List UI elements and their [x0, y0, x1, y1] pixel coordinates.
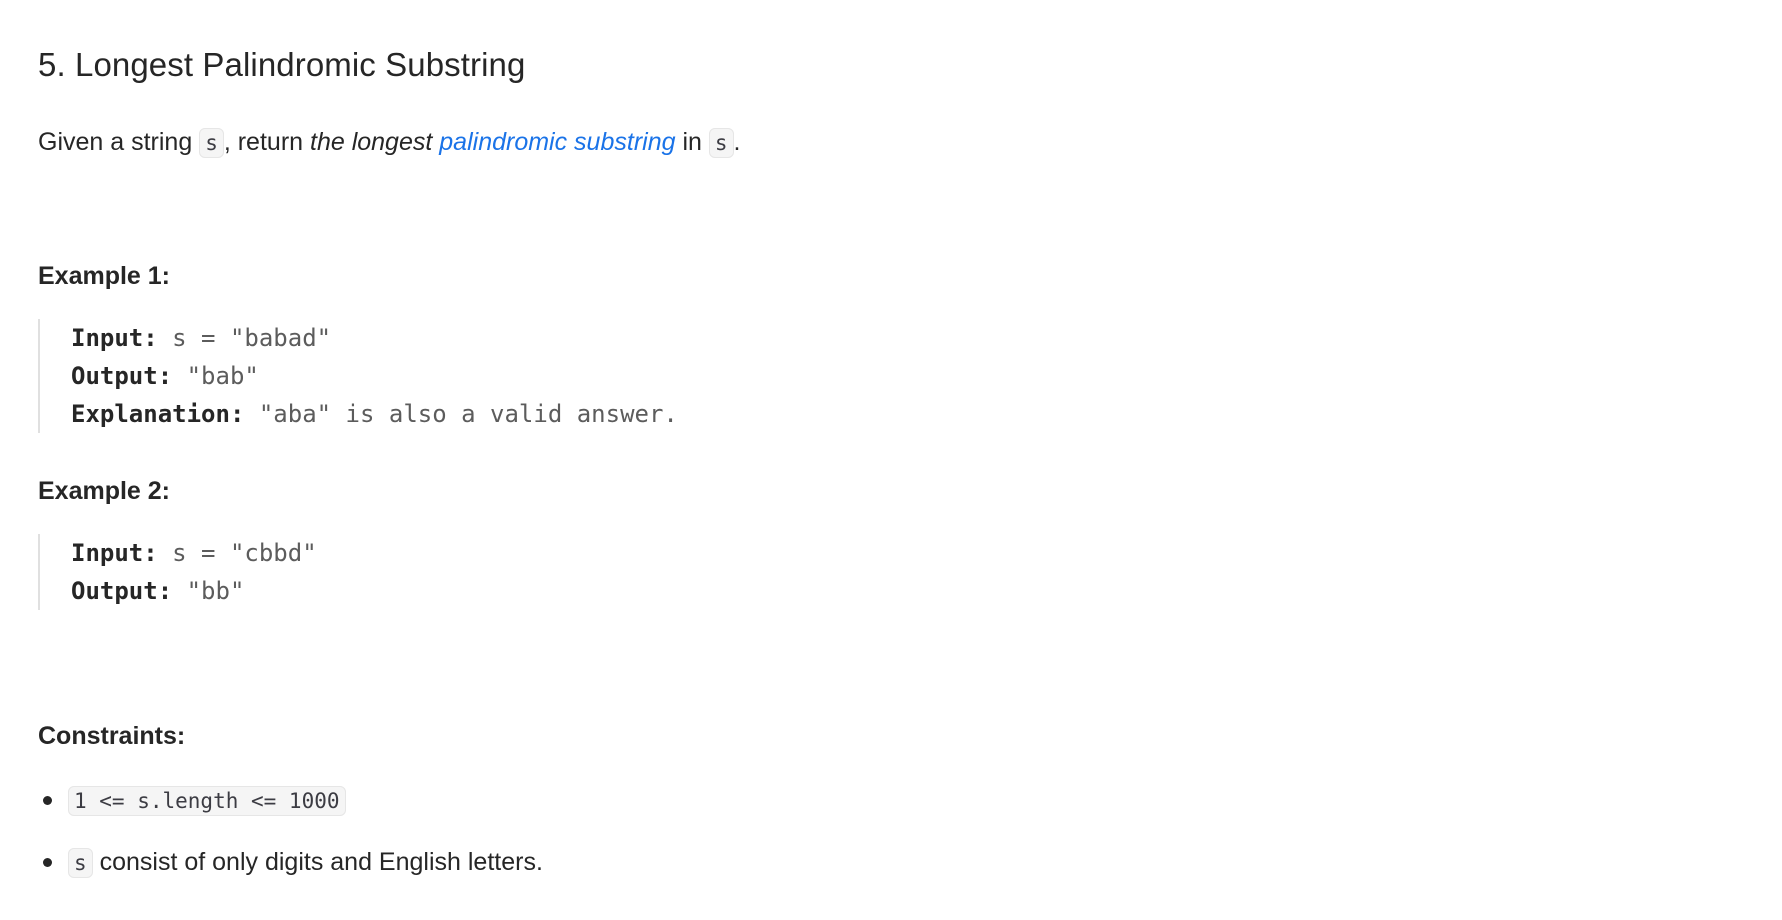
statement-emphasis: the longest	[310, 128, 433, 156]
output-value: "bb"	[172, 577, 245, 605]
explanation-value: "aba" is also a valid answer.	[244, 400, 678, 428]
input-value: s = "babad"	[157, 324, 332, 352]
output-label: Output:	[71, 577, 173, 605]
example-2-heading: Example 2:	[38, 477, 171, 505]
input-label: Input:	[71, 324, 158, 352]
constraint-item: s consist of only digits and English let…	[38, 842, 543, 882]
output-value: "bab"	[172, 362, 259, 390]
example-2-block: Input: s = "cbbd" Output: "bb"	[38, 534, 317, 610]
explanation-label: Explanation:	[71, 400, 245, 428]
example-2-output: Output: "bb"	[71, 572, 317, 610]
example-1-output: Output: "bab"	[71, 357, 678, 395]
input-label: Input:	[71, 539, 158, 567]
example-1-input: Input: s = "babad"	[71, 319, 678, 357]
bullet-icon	[43, 858, 52, 867]
example-1-block: Input: s = "babad" Output: "bab" Explana…	[38, 319, 678, 433]
example-1-heading: Example 1:	[38, 262, 171, 290]
constraint-item: 1 <= s.length <= 1000	[38, 780, 543, 820]
inline-code: s	[68, 848, 93, 878]
constraints-heading: Constraints:	[38, 722, 186, 750]
statement-text: in	[675, 128, 709, 156]
statement-text: Given a string	[38, 128, 200, 156]
statement-text: .	[733, 128, 741, 156]
bullet-icon	[43, 796, 52, 805]
statement-text: , return	[223, 128, 310, 156]
problem-description-panel: 5. Longest Palindromic Substring Given a…	[0, 0, 1782, 920]
constraints-list: 1 <= s.length <= 1000 s consist of only …	[38, 780, 543, 904]
problem-statement: Given a string s, return the longest pal…	[38, 124, 740, 161]
output-label: Output:	[71, 362, 173, 390]
constraint-text: consist of only digits and English lette…	[92, 848, 543, 876]
palindromic-substring-link[interactable]: palindromic substring	[439, 128, 675, 156]
inline-code: s	[708, 128, 734, 158]
problem-title: 5. Longest Palindromic Substring	[38, 46, 526, 83]
inline-code: s	[199, 128, 224, 158]
input-value: s = "cbbd"	[157, 539, 317, 567]
example-2-input: Input: s = "cbbd"	[71, 534, 317, 572]
example-1-explanation: Explanation: "aba" is also a valid answe…	[71, 395, 678, 433]
inline-code: 1 <= s.length <= 1000	[68, 786, 346, 816]
